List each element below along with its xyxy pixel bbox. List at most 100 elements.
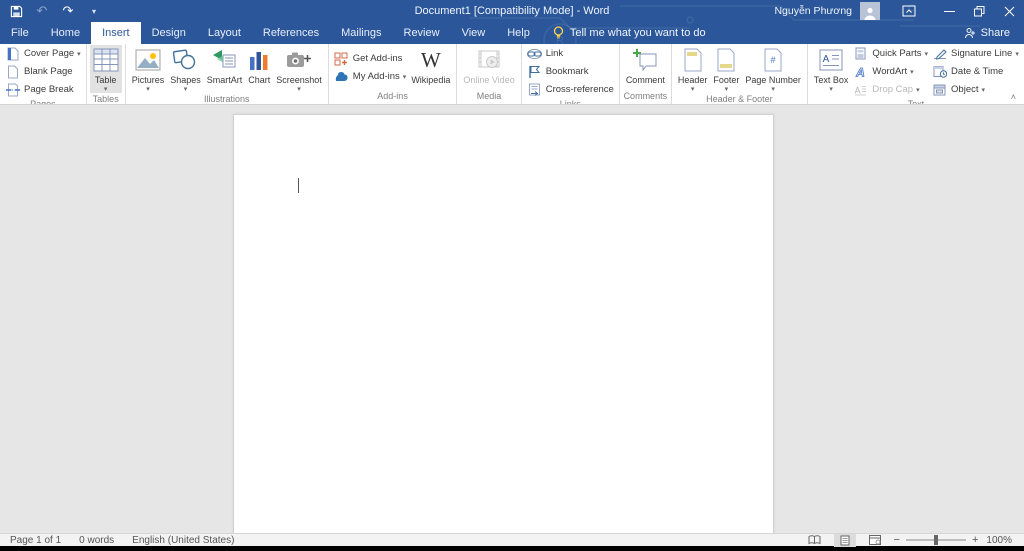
link-button[interactable]: Link (525, 45, 616, 62)
quick-parts-button[interactable]: Quick Parts (851, 45, 930, 62)
header-button[interactable]: Header (675, 45, 711, 93)
cross-reference-icon (527, 83, 542, 96)
quick-access-toolbar: ↶ ↷ ▾ (0, 3, 102, 19)
qat-customize-icon[interactable]: ▾ (86, 3, 102, 19)
print-layout-button[interactable] (833, 533, 856, 547)
tab-review[interactable]: Review (393, 22, 451, 44)
cover-page-button[interactable]: Cover Page (3, 45, 83, 62)
zoom-slider[interactable]: − + (894, 535, 979, 546)
text-box-icon: A (819, 47, 843, 73)
restore-button[interactable] (964, 0, 994, 22)
zoom-slider-track[interactable] (905, 535, 966, 545)
tab-help[interactable]: Help (496, 22, 541, 44)
wordart-button[interactable]: A WordArt (851, 63, 930, 80)
blank-page-button[interactable]: Blank Page (3, 63, 83, 80)
minimize-button[interactable] (934, 0, 964, 22)
bookmark-label: Bookmark (545, 66, 589, 77)
page-number-button[interactable]: # Page Number (742, 45, 804, 93)
group-label-comments: Comments (623, 91, 668, 101)
word-count[interactable]: 0 words (79, 535, 114, 546)
page-indicator[interactable]: Page 1 of 1 (10, 535, 61, 546)
comment-button[interactable]: Comment (623, 45, 668, 90)
drop-cap-label: Drop Cap (872, 84, 919, 95)
avatar[interactable] (860, 2, 880, 20)
save-icon[interactable] (8, 3, 24, 19)
signature-line-button[interactable]: Signature Line (930, 45, 1021, 62)
document-canvas[interactable] (0, 105, 1024, 533)
group-tables: Table Tables (87, 44, 126, 104)
pictures-button[interactable]: Pictures (129, 45, 168, 93)
footer-icon (716, 47, 736, 73)
object-button[interactable]: Object (930, 81, 1021, 98)
signature-line-label: Signature Line (951, 48, 1019, 59)
footer-button[interactable]: Footer (710, 45, 742, 93)
close-button[interactable] (994, 0, 1024, 22)
ribbon-display-options-icon[interactable] (894, 0, 924, 22)
pictures-label: Pictures (131, 75, 165, 85)
smartart-button[interactable]: SmartArt (204, 45, 246, 93)
footer-label: Footer (713, 75, 740, 85)
cover-page-icon (5, 47, 20, 61)
table-button[interactable]: Table (89, 45, 122, 93)
date-time-button[interactable]: Date & Time (930, 63, 1021, 80)
group-label-pages: Pages (30, 99, 56, 105)
web-layout-button[interactable] (864, 534, 886, 547)
zoom-level[interactable]: 100% (986, 535, 1012, 546)
tab-home[interactable]: Home (40, 22, 91, 44)
blank-page-label: Blank Page (24, 66, 73, 77)
comment-icon (632, 47, 658, 73)
text-box-button[interactable]: A Text Box (811, 45, 852, 98)
page-break-icon (5, 83, 20, 97)
shapes-icon (172, 47, 198, 73)
quick-parts-label: Quick Parts (872, 48, 928, 59)
wordart-label: WordArt (872, 66, 913, 77)
object-icon (932, 84, 947, 96)
tell-me-box[interactable]: Tell me what you want to do (541, 22, 706, 44)
redo-icon[interactable]: ↷ (60, 3, 76, 19)
drop-cap-icon: A (853, 84, 868, 96)
read-mode-button[interactable] (804, 534, 826, 547)
group-addins: Get Add-ins My Add-ins W Wikipedia Add-i… (329, 44, 458, 104)
link-label: Link (545, 48, 564, 59)
bookmark-button[interactable]: Bookmark (525, 63, 616, 80)
svg-text:A: A (856, 66, 866, 78)
page-break-button[interactable]: Page Break (3, 81, 83, 98)
language-indicator[interactable]: English (United States) (132, 535, 234, 546)
header-label: Header (677, 75, 708, 85)
chart-button[interactable]: Chart (245, 45, 273, 93)
tab-layout[interactable]: Layout (197, 22, 252, 44)
tab-mailings[interactable]: Mailings (330, 22, 392, 44)
tab-design[interactable]: Design (141, 22, 197, 44)
cross-reference-button[interactable]: Cross-reference (525, 81, 616, 98)
undo-icon[interactable]: ↶ (34, 3, 50, 19)
get-addins-label: Get Add-ins (352, 53, 403, 64)
screenshot-button[interactable]: Screenshot (273, 45, 325, 93)
get-addins-icon (334, 52, 349, 66)
wikipedia-button[interactable]: W Wikipedia (408, 45, 453, 90)
tab-references[interactable]: References (252, 22, 330, 44)
page-break-label: Page Break (24, 84, 74, 95)
document-page[interactable] (233, 114, 774, 533)
share-button[interactable]: Share (964, 22, 1024, 44)
tab-insert[interactable]: Insert (91, 22, 141, 44)
tab-file[interactable]: File (0, 22, 40, 44)
group-illustrations: Pictures Shapes SmartArt (126, 44, 329, 104)
zoom-slider-thumb[interactable] (933, 535, 938, 545)
account-name[interactable]: Nguyễn Phương (774, 5, 852, 17)
table-label: Table (94, 75, 117, 85)
lightbulb-icon (553, 26, 564, 39)
cover-page-label: Cover Page (24, 48, 81, 59)
pictures-icon (135, 47, 161, 73)
collapse-ribbon-icon[interactable]: ˄ (1011, 92, 1016, 102)
zoom-out-icon[interactable]: − (894, 535, 900, 546)
chart-label: Chart (248, 75, 271, 85)
tab-view[interactable]: View (451, 22, 497, 44)
shapes-button[interactable]: Shapes (167, 45, 204, 93)
group-label-text: Text (907, 99, 925, 105)
my-addins-button[interactable]: My Add-ins (332, 68, 409, 85)
text-cursor (298, 178, 299, 193)
word-window: R ↶ ↷ ▾ Document1 [Compatibility Mode] -… (0, 0, 1024, 551)
get-addins-button[interactable]: Get Add-ins (332, 50, 409, 67)
zoom-in-icon[interactable]: + (972, 535, 978, 546)
date-time-icon (932, 65, 947, 78)
